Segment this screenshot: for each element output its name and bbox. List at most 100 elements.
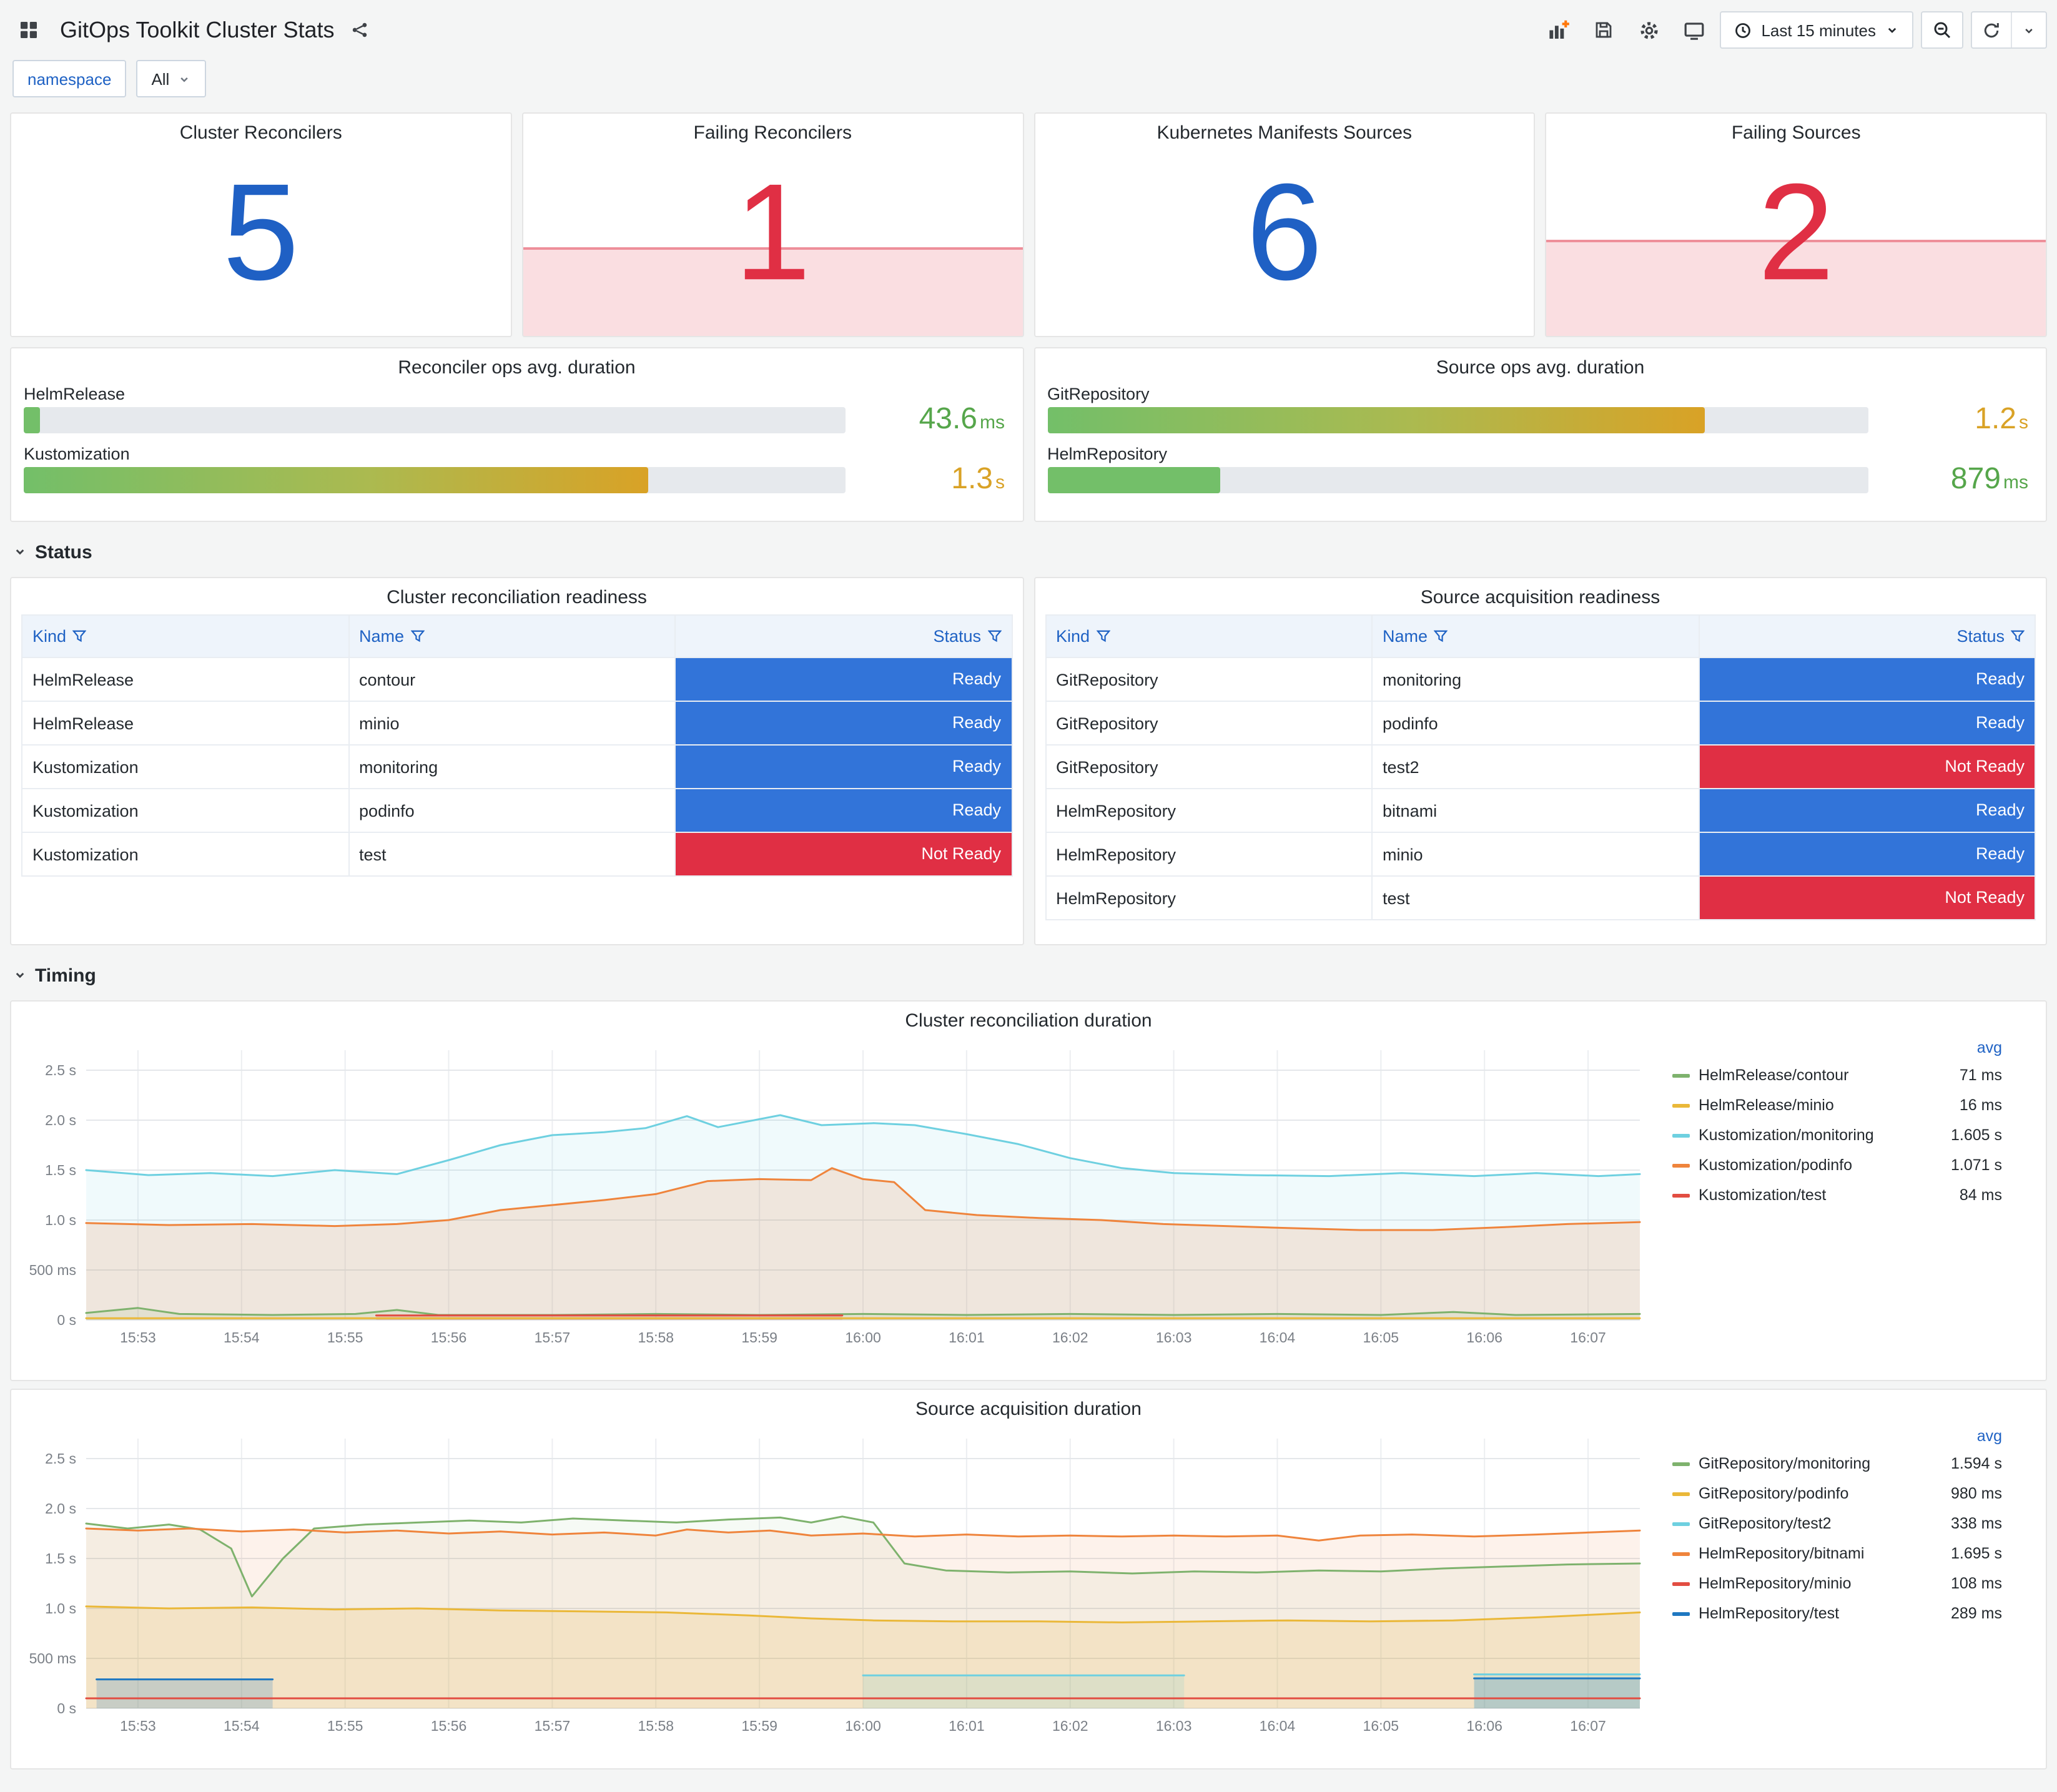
stat-panel-title[interactable]: Failing Reconcilers [523, 114, 1023, 147]
status-badge: Not Ready [1699, 746, 2035, 788]
cell-status: Ready [1698, 701, 2036, 746]
status-badge: Not Ready [676, 833, 1011, 875]
filter-funnel-icon[interactable] [987, 629, 1002, 643]
column-header-kind[interactable]: Kind [1045, 614, 1373, 658]
series-avg-value: 1.695 s [1950, 1545, 2002, 1562]
dashboards-grid-icon[interactable] [10, 11, 47, 49]
legend-item[interactable]: GitRepository/monitoring 1.594 s [1672, 1449, 2002, 1479]
legend-item[interactable]: GitRepository/test2 338 ms [1672, 1509, 2002, 1538]
gauge-track [1047, 467, 1868, 493]
series-avg-value: 16 ms [1959, 1096, 2002, 1114]
series-name: Kustomization/podinfo [1699, 1156, 1852, 1174]
timeseries-plot[interactable]: 15:53 15:54 15:55 15:56 15:57 15:58 15:59 16:00… [21, 1035, 1657, 1352]
refresh-button[interactable] [1972, 12, 2011, 47]
filter-funnel-icon[interactable] [410, 629, 425, 643]
svg-text:16:03: 16:03 [1156, 1718, 1192, 1734]
section-timing[interactable]: Timing [10, 958, 2047, 993]
stat-panel-title[interactable]: Failing Sources [1547, 114, 2046, 147]
timeseries-plot[interactable]: 15:53 15:54 15:55 15:56 15:57 15:58 15:59 16:00… [21, 1424, 1657, 1741]
cell-kind: GitRepository [1045, 657, 1373, 702]
time-range-picker[interactable]: Last 15 minutes [1720, 11, 1913, 49]
svg-text:0 s: 0 s [57, 1312, 76, 1328]
cell-kind: Kustomization [21, 832, 350, 877]
legend-item[interactable]: HelmRelease/contour 71 ms [1672, 1060, 2002, 1090]
svg-text:16:02: 16:02 [1052, 1718, 1088, 1734]
section-timing-label: Timing [35, 965, 96, 986]
column-header-name[interactable]: Name [1371, 614, 1700, 658]
legend-item[interactable]: GitRepository/podinfo 980 ms [1672, 1479, 2002, 1509]
table-row: HelmRepository test Not Ready [1045, 875, 2036, 920]
svg-text:2.5 s: 2.5 s [45, 1062, 76, 1078]
cell-kind: GitRepository [1045, 744, 1373, 789]
panel-title[interactable]: Source ops avg. duration [1047, 348, 2033, 382]
svg-text:15:53: 15:53 [120, 1718, 156, 1734]
column-header-kind[interactable]: Kind [21, 614, 350, 658]
section-status[interactable]: Status [10, 534, 2047, 569]
stat-panel: Failing Sources 2 [1545, 112, 2047, 337]
namespace-variable-value[interactable]: All [136, 60, 206, 97]
filter-funnel-icon[interactable] [1433, 629, 1448, 643]
svg-text:16:05: 16:05 [1363, 1329, 1399, 1346]
panel-title[interactable]: Source acquisition readiness [1045, 578, 2036, 612]
table-panel: Source acquisition readiness Kind Name Sta… [1033, 577, 2047, 945]
add-panel-icon[interactable] [1540, 11, 1577, 49]
svg-text:15:56: 15:56 [431, 1329, 467, 1346]
legend-item[interactable]: Kustomization/monitoring 1.605 s [1672, 1120, 2002, 1150]
stat-panel-title[interactable]: Cluster Reconcilers [11, 114, 511, 147]
series-avg-value: 289 ms [1951, 1605, 2002, 1622]
tv-mode-icon[interactable] [1675, 11, 1712, 49]
legend-item[interactable]: Kustomization/test 84 ms [1672, 1180, 2002, 1210]
svg-text:16:06: 16:06 [1466, 1329, 1502, 1346]
gauge-bar [24, 467, 648, 493]
save-icon[interactable] [1585, 11, 1622, 49]
share-icon[interactable] [345, 15, 375, 45]
timeseries-panel: Cluster reconciliation duration 15:53 15:… [10, 1000, 2047, 1381]
series-avg-value: 108 ms [1951, 1575, 2002, 1592]
cell-kind: HelmRepository [1045, 875, 1373, 920]
panel-title[interactable]: Cluster reconciliation readiness [21, 578, 1012, 612]
column-header-status[interactable]: Status [1698, 614, 2036, 658]
gauge-label: GitRepository [1047, 385, 1150, 403]
gauge-row: HelmRepository 879 ms [1047, 445, 2033, 496]
cell-status: Ready [674, 744, 1013, 789]
variables-row: namespace All [10, 55, 2047, 102]
table-row: GitRepository monitoring Ready [1045, 657, 2036, 702]
svg-text:16:05: 16:05 [1363, 1718, 1399, 1734]
series-name: HelmRepository/bitnami [1699, 1545, 1865, 1562]
legend-item[interactable]: Kustomization/podinfo 1.071 s [1672, 1150, 2002, 1180]
cell-status: Ready [674, 657, 1013, 702]
gauge-value: 1.3 s [951, 462, 1005, 496]
panel-title[interactable]: Source acquisition duration [21, 1390, 2036, 1424]
legend-item[interactable]: HelmRepository/minio 108 ms [1672, 1568, 2002, 1598]
gauge-track [24, 407, 845, 433]
cell-name: podinfo [348, 788, 676, 833]
gauge-label: HelmRepository [1047, 445, 1168, 463]
series-color-mark [1672, 1522, 1690, 1525]
column-header-status[interactable]: Status [674, 614, 1013, 658]
table-panel: Cluster reconciliation readiness Kind Nam… [10, 577, 1024, 945]
legend-avg-header[interactable]: avg [1672, 1426, 2002, 1449]
svg-text:15:53: 15:53 [120, 1329, 156, 1346]
column-header-name[interactable]: Name [348, 614, 676, 658]
cell-name: contour [348, 657, 676, 702]
panel-title[interactable]: Cluster reconciliation duration [21, 1002, 2036, 1035]
svg-text:15:57: 15:57 [535, 1718, 571, 1734]
filter-funnel-icon[interactable] [2010, 629, 2025, 643]
refresh-interval-dropdown[interactable] [2011, 12, 2046, 47]
legend-avg-header[interactable]: avg [1672, 1038, 2002, 1060]
cell-kind: HelmRelease [21, 657, 350, 702]
filter-funnel-icon[interactable] [1095, 629, 1110, 643]
legend-item[interactable]: HelmRelease/minio 16 ms [1672, 1090, 2002, 1120]
top-bar-actions: Last 15 minutes [1540, 11, 2047, 49]
chevron-down-icon [16, 549, 24, 555]
legend-item[interactable]: HelmRepository/test 289 ms [1672, 1598, 2002, 1628]
panel-title[interactable]: Reconciler ops avg. duration [24, 348, 1010, 382]
gear-icon[interactable] [1630, 11, 1667, 49]
svg-text:1.5 s: 1.5 s [45, 1162, 76, 1178]
zoom-out-button[interactable] [1921, 11, 1963, 49]
legend-item[interactable]: HelmRepository/bitnami 1.695 s [1672, 1538, 2002, 1568]
svg-text:15:58: 15:58 [638, 1329, 674, 1346]
stat-panel-title[interactable]: Kubernetes Manifests Sources [1035, 114, 1534, 147]
filter-funnel-icon[interactable] [72, 629, 87, 643]
namespace-variable-label[interactable]: namespace [12, 60, 127, 97]
